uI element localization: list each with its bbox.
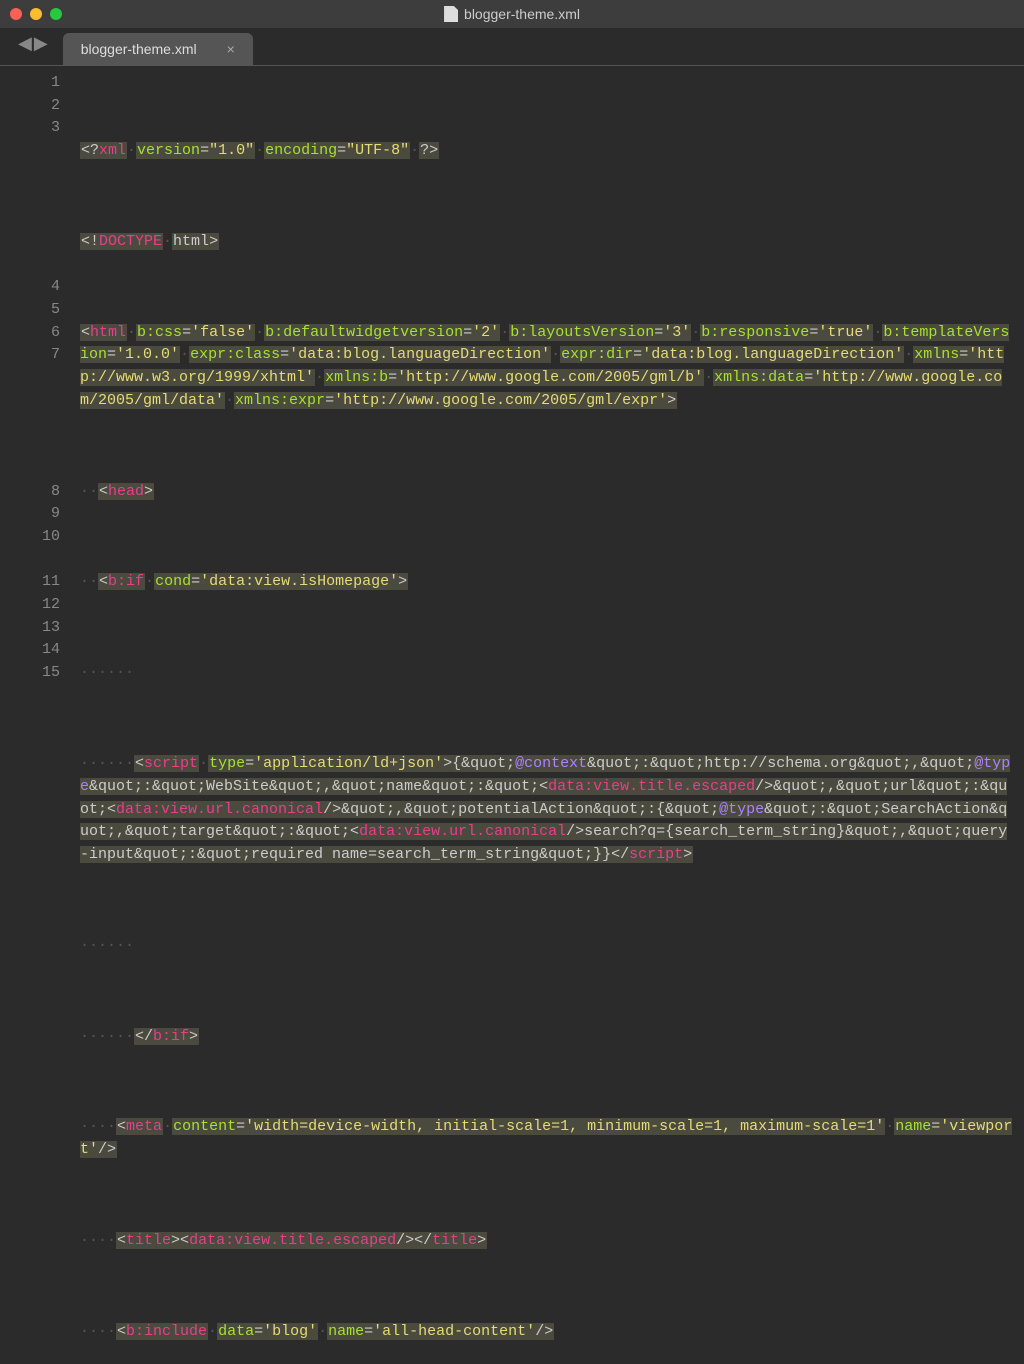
code-line: ··<b:if·cond='data:view.isHomepage'> [80,571,1014,594]
code-line: ····<title><data:view.title.escaped/></t… [80,1230,1014,1253]
editor[interactable]: 1 2 3 4 5 6 7 8 9 10 11 12 13 14 15 <?xm… [0,66,1024,682]
maximize-window-button[interactable] [50,8,62,20]
tab-label: blogger-theme.xml [81,41,197,57]
line-number: 11 [0,571,60,594]
window-title-text: blogger-theme.xml [464,6,580,22]
code-line: <html·b:css='false'·b:defaultwidgetversi… [80,322,1014,413]
tab-active[interactable]: blogger-theme.xml × [63,33,253,65]
line-number: 1 [0,72,60,95]
file-icon [444,6,458,22]
close-window-button[interactable] [10,8,22,20]
code-content[interactable]: <?xml·version="1.0"·encoding="UTF-8"·?> … [80,72,1024,682]
code-line: ······</b:if> [80,1026,1014,1049]
minimize-window-button[interactable] [30,8,42,20]
window-title: blogger-theme.xml [444,6,580,22]
line-number: 6 [0,322,60,345]
line-number: 12 [0,594,60,617]
code-line: ····<meta·content='width=device-width, i… [80,1116,1014,1161]
code-line: ······ [80,935,1014,958]
line-number: 7 [0,344,60,367]
tab-close-icon[interactable]: × [227,41,235,57]
line-number: 3 [0,117,60,140]
nav-forward-icon[interactable]: ▶ [34,33,48,55]
line-number: 4 [0,276,60,299]
code-line: <!DOCTYPE·html> [80,231,1014,254]
line-number: 13 [0,617,60,640]
line-number: 9 [0,503,60,526]
tabbar: ◀ ▶ blogger-theme.xml × [0,28,1024,66]
code-line: <?xml·version="1.0"·encoding="UTF-8"·?> [80,140,1014,163]
code-line: ····<b:include·data='blog'·name='all-hea… [80,1321,1014,1344]
code-line: ··<head> [80,481,1014,504]
code-line: ······<script·type='application/ld+json'… [80,753,1014,867]
line-numbers: 1 2 3 4 5 6 7 8 9 10 11 12 13 14 15 [0,72,80,682]
nav-back-icon[interactable]: ◀ [18,33,32,55]
line-number: 15 [0,662,60,685]
titlebar: blogger-theme.xml [0,0,1024,28]
line-number: 5 [0,299,60,322]
line-number: 10 [0,526,60,549]
window-controls [10,8,62,20]
line-number: 2 [0,95,60,118]
line-number: 8 [0,481,60,504]
nav-arrows: ◀ ▶ [8,33,63,65]
line-number: 14 [0,639,60,662]
